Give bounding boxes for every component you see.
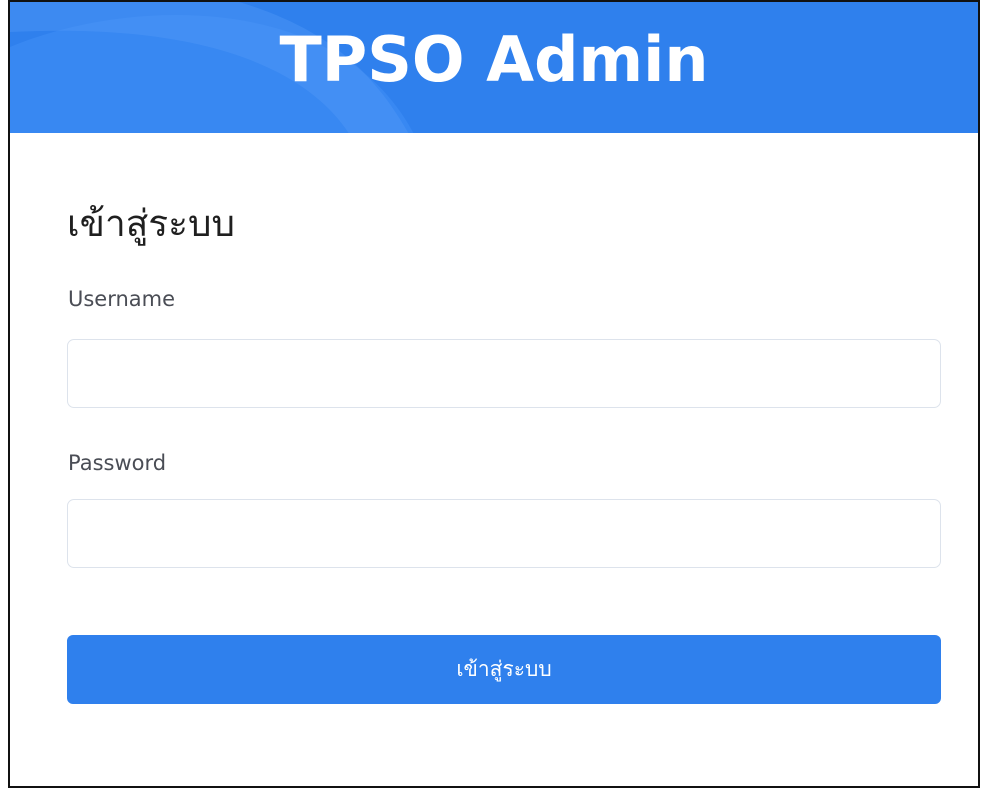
- app-title: TPSO Admin: [279, 23, 709, 96]
- password-label: Password: [68, 451, 167, 475]
- password-field[interactable]: [67, 499, 941, 568]
- login-button[interactable]: เข้าสู่ระบบ: [67, 635, 941, 704]
- login-card: TPSO Admin เข้าสู่ระบบ Username Password…: [8, 0, 980, 788]
- username-label: Username: [68, 287, 176, 311]
- header-banner: TPSO Admin: [10, 2, 978, 133]
- page-title: เข้าสู่ระบบ: [67, 202, 236, 245]
- username-field[interactable]: [67, 339, 941, 408]
